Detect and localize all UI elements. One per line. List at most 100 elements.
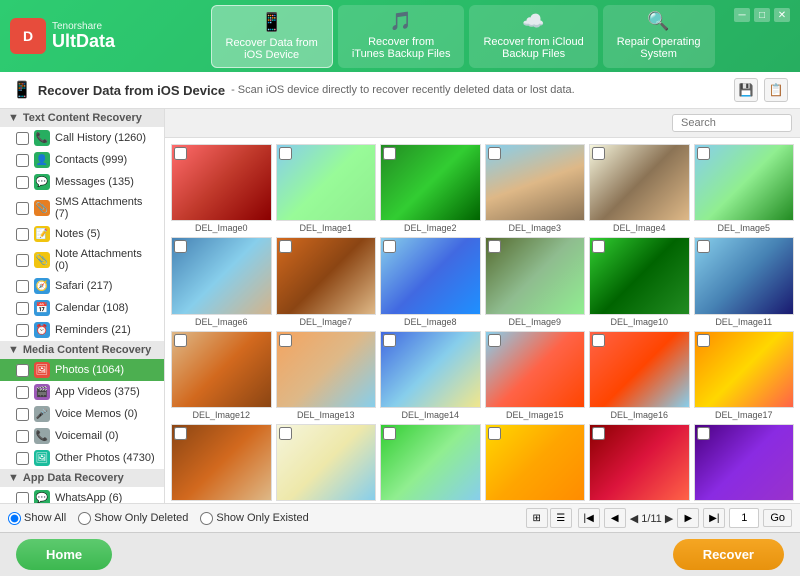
image-checkbox-12[interactable] <box>174 334 187 347</box>
image-checkbox-19[interactable] <box>279 427 292 440</box>
image-checkbox-15[interactable] <box>488 334 501 347</box>
save-button[interactable]: 💾 <box>734 78 758 102</box>
tab-repair[interactable]: 🔍 Repair Operating System <box>603 5 715 68</box>
tab-icloud[interactable]: ☁️ Recover from iCloud Backup Files <box>469 5 597 68</box>
image-checkbox-3[interactable] <box>488 147 501 160</box>
other-photos-checkbox[interactable] <box>16 452 29 465</box>
image-cell-16[interactable]: DEL_Image16 <box>589 331 690 420</box>
image-cell-20[interactable]: DEL_Image20 <box>380 424 481 503</box>
calendar-checkbox[interactable] <box>16 302 29 315</box>
sidebar-item-app-videos[interactable]: 🎬 App Videos (375) <box>0 381 164 403</box>
filter-show-deleted[interactable]: Show Only Deleted <box>78 512 188 525</box>
tab-ios-device[interactable]: 📱 Recover Data from iOS Device <box>211 5 333 68</box>
image-cell-5[interactable]: DEL_Image5 <box>694 144 795 233</box>
image-checkbox-23[interactable] <box>697 427 710 440</box>
minimize-button[interactable]: ─ <box>734 8 750 22</box>
safari-checkbox[interactable] <box>16 280 29 293</box>
image-checkbox-5[interactable] <box>697 147 710 160</box>
sidebar-item-voice-memos[interactable]: 🎤 Voice Memos (0) <box>0 403 164 425</box>
image-checkbox-10[interactable] <box>592 240 605 253</box>
image-cell-13[interactable]: DEL_Image13 <box>276 331 377 420</box>
sidebar-item-whatsapp[interactable]: 💬 WhatsApp (6) <box>0 487 164 503</box>
image-cell-18[interactable]: DEL_Image18 <box>171 424 272 503</box>
close-button[interactable]: ✕ <box>774 8 790 22</box>
sidebar-item-sms-attachments[interactable]: 📎 SMS Attachments (7) <box>0 193 164 223</box>
sidebar-item-photos[interactable]: 🖼 Photos (1064) <box>0 359 164 381</box>
image-cell-6[interactable]: DEL_Image6 <box>171 237 272 326</box>
next-page-button[interactable]: ▶ <box>677 508 699 528</box>
image-checkbox-6[interactable] <box>174 240 187 253</box>
image-cell-17[interactable]: DEL_Image17 <box>694 331 795 420</box>
image-checkbox-17[interactable] <box>697 334 710 347</box>
sidebar-item-reminders[interactable]: ⏰ Reminders (21) <box>0 319 164 341</box>
image-cell-19[interactable]: DEL_Image19 <box>276 424 377 503</box>
sidebar-item-voicemail[interactable]: 📞 Voicemail (0) <box>0 425 164 447</box>
go-button[interactable]: Go <box>763 509 792 527</box>
note-attachments-checkbox[interactable] <box>16 254 29 267</box>
image-checkbox-18[interactable] <box>174 427 187 440</box>
image-checkbox-16[interactable] <box>592 334 605 347</box>
image-cell-4[interactable]: DEL_Image4 <box>589 144 690 233</box>
filter-show-all[interactable]: Show All <box>8 512 66 525</box>
image-cell-12[interactable]: DEL_Image12 <box>171 331 272 420</box>
notes-checkbox[interactable] <box>16 228 29 241</box>
image-checkbox-14[interactable] <box>383 334 396 347</box>
image-checkbox-0[interactable] <box>174 147 187 160</box>
image-cell-0[interactable]: DEL_Image0 <box>171 144 272 233</box>
search-input[interactable] <box>672 114 792 132</box>
image-cell-10[interactable]: DEL_Image10 <box>589 237 690 326</box>
sms-attachments-checkbox[interactable] <box>16 202 29 215</box>
sidebar-item-call-history[interactable]: 📞 Call History (1260) <box>0 127 164 149</box>
home-button[interactable]: Home <box>16 539 112 570</box>
prev-page-button[interactable]: ◀ <box>604 508 626 528</box>
image-cell-3[interactable]: DEL_Image3 <box>485 144 586 233</box>
image-cell-7[interactable]: DEL_Image7 <box>276 237 377 326</box>
messages-checkbox[interactable] <box>16 176 29 189</box>
image-checkbox-9[interactable] <box>488 240 501 253</box>
image-checkbox-8[interactable] <box>383 240 396 253</box>
sidebar-item-contacts[interactable]: 👤 Contacts (999) <box>0 149 164 171</box>
contacts-checkbox[interactable] <box>16 154 29 167</box>
photos-checkbox[interactable] <box>16 364 29 377</box>
export-button[interactable]: 📋 <box>764 78 788 102</box>
voicemail-checkbox[interactable] <box>16 430 29 443</box>
call-history-checkbox[interactable] <box>16 132 29 145</box>
image-cell-21[interactable]: DEL_Image21 <box>485 424 586 503</box>
image-cell-2[interactable]: DEL_Image2 <box>380 144 481 233</box>
image-checkbox-22[interactable] <box>592 427 605 440</box>
page-number-input[interactable] <box>729 508 759 528</box>
reminders-checkbox[interactable] <box>16 324 29 337</box>
image-checkbox-2[interactable] <box>383 147 396 160</box>
sidebar-item-messages[interactable]: 💬 Messages (135) <box>0 171 164 193</box>
first-page-button[interactable]: |◀ <box>578 508 600 528</box>
tab-itunes[interactable]: 🎵 Recover from iTunes Backup Files <box>338 5 465 68</box>
image-cell-23[interactable]: DEL_Image23 <box>694 424 795 503</box>
grid-view-button[interactable]: ⊞ <box>526 508 548 528</box>
last-page-button[interactable]: ▶| <box>703 508 725 528</box>
image-cell-22[interactable]: DEL_Image22 <box>589 424 690 503</box>
image-checkbox-20[interactable] <box>383 427 396 440</box>
image-checkbox-21[interactable] <box>488 427 501 440</box>
whatsapp-checkbox[interactable] <box>16 492 29 504</box>
image-checkbox-11[interactable] <box>697 240 710 253</box>
app-videos-checkbox[interactable] <box>16 386 29 399</box>
voice-memos-checkbox[interactable] <box>16 408 29 421</box>
sidebar-item-notes[interactable]: 📝 Notes (5) <box>0 223 164 245</box>
image-cell-14[interactable]: DEL_Image14 <box>380 331 481 420</box>
image-cell-1[interactable]: DEL_Image1 <box>276 144 377 233</box>
image-cell-9[interactable]: DEL_Image9 <box>485 237 586 326</box>
image-checkbox-4[interactable] <box>592 147 605 160</box>
recover-button[interactable]: Recover <box>673 539 784 570</box>
image-cell-11[interactable]: DEL_Image11 <box>694 237 795 326</box>
image-cell-8[interactable]: DEL_Image8 <box>380 237 481 326</box>
maximize-button[interactable]: □ <box>754 8 770 22</box>
image-checkbox-13[interactable] <box>279 334 292 347</box>
image-checkbox-7[interactable] <box>279 240 292 253</box>
filter-show-existed[interactable]: Show Only Existed <box>200 512 308 525</box>
image-checkbox-1[interactable] <box>279 147 292 160</box>
sidebar-item-calendar[interactable]: 📅 Calendar (108) <box>0 297 164 319</box>
list-view-button[interactable]: ☰ <box>550 508 572 528</box>
image-cell-15[interactable]: DEL_Image15 <box>485 331 586 420</box>
sidebar-item-safari[interactable]: 🧭 Safari (217) <box>0 275 164 297</box>
sidebar-item-other-photos[interactable]: 🖼 Other Photos (4730) <box>0 447 164 469</box>
